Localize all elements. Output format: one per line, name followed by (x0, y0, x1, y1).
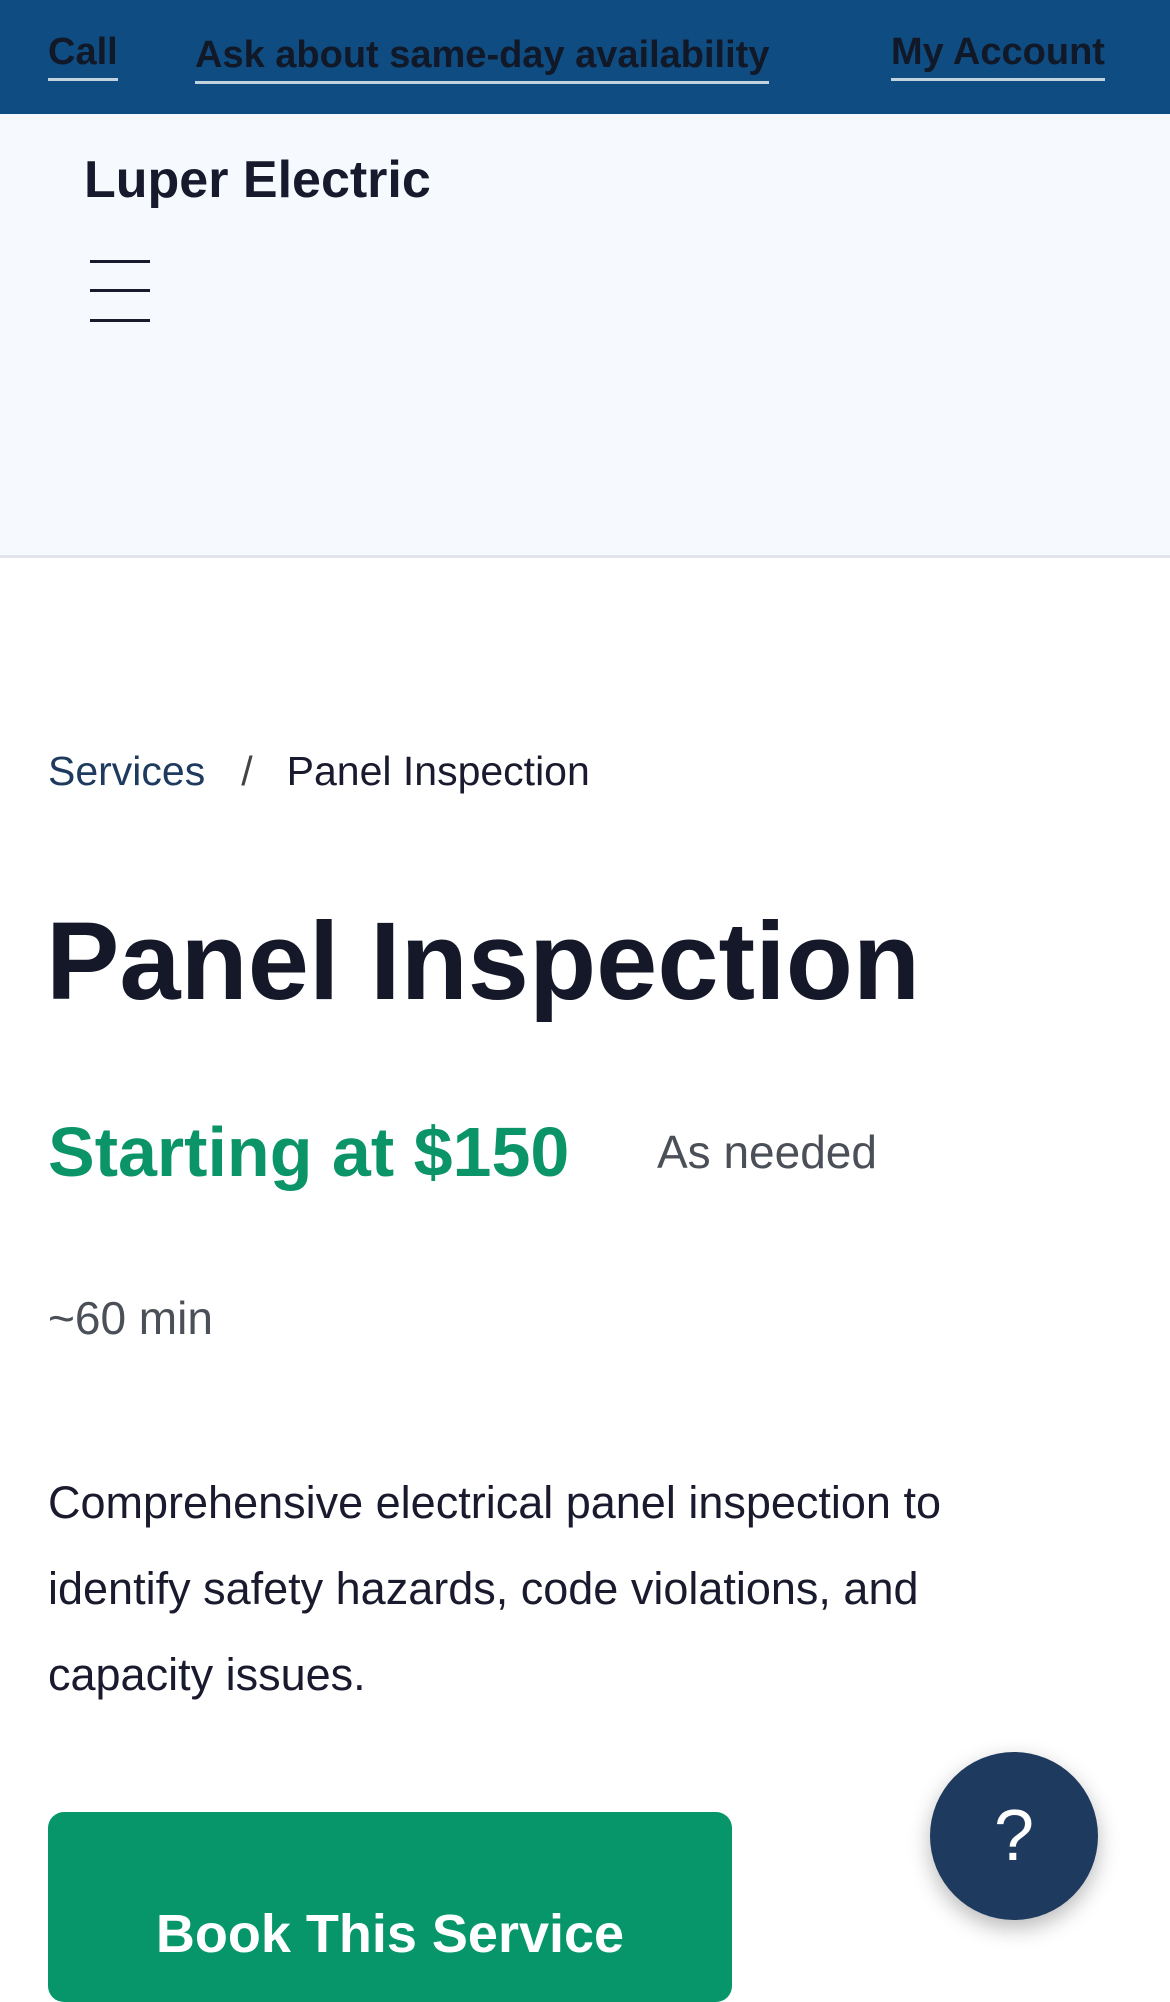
breadcrumb: Services / Panel Inspection (48, 745, 590, 797)
menu-line (90, 319, 150, 322)
page-title: Panel Inspection (46, 900, 921, 1023)
call-link[interactable]: Call (48, 30, 118, 81)
my-account-link[interactable]: My Account (891, 30, 1105, 81)
service-frequency: As needed (657, 1126, 877, 1178)
hamburger-menu-icon[interactable] (84, 252, 156, 332)
breadcrumb-current: Panel Inspection (286, 748, 590, 794)
site-header: Luper Electric (0, 114, 1170, 558)
help-chat-button[interactable]: ? (930, 1752, 1098, 1920)
menu-line (90, 289, 150, 292)
breadcrumb-services-link[interactable]: Services (48, 748, 205, 794)
service-description: Comprehensive electrical panel inspectio… (48, 1477, 941, 1700)
service-price: Starting at $150 (48, 1113, 570, 1191)
service-duration: ~60 min (48, 1292, 213, 1344)
menu-line (90, 260, 150, 263)
book-service-button[interactable]: Book This Service (48, 1812, 732, 2002)
top-utility-bar: Call Ask about same-day availability My … (0, 0, 1170, 114)
site-logo[interactable]: Luper Electric (84, 148, 431, 212)
breadcrumb-separator: / (241, 748, 253, 794)
same-day-availability-link[interactable]: Ask about same-day availability (195, 33, 770, 84)
question-mark-icon: ? (993, 1796, 1035, 1876)
